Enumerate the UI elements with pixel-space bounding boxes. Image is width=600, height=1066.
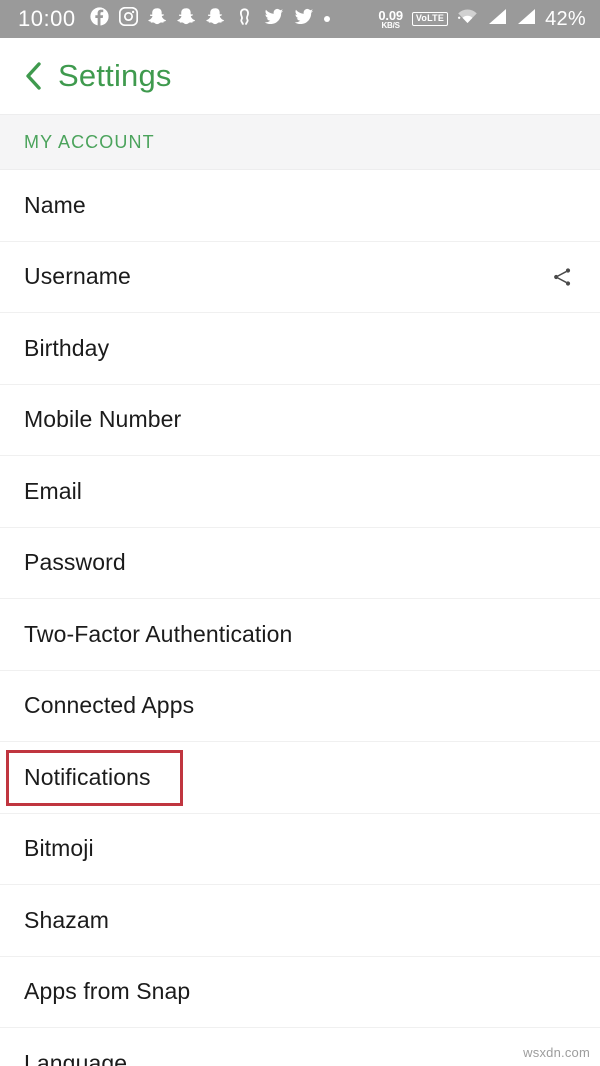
- list-item-label: Email: [24, 477, 83, 504]
- settings-item-apps-from-snap[interactable]: Apps from Snap: [0, 956, 600, 1028]
- list-item-label: Two-Factor Authentication: [24, 620, 293, 647]
- list-item-label: Language: [24, 1049, 128, 1066]
- chevron-left-icon[interactable]: [16, 59, 50, 93]
- signal-bars-icon: [487, 8, 507, 30]
- status-bar-clock: 10:00: [18, 6, 76, 31]
- more-notifications-dot-icon: [323, 16, 330, 22]
- settings-item-birthday[interactable]: Birthday: [0, 313, 600, 385]
- status-bar: 10:00 0.09 KB/S VoLTE 42%: [0, 0, 600, 38]
- instagram-icon: [118, 6, 138, 31]
- settings-item-username[interactable]: Username: [0, 241, 600, 313]
- facebook-icon: [89, 7, 109, 31]
- list-item-label: Bitmoji: [24, 835, 94, 862]
- share-icon[interactable]: [550, 265, 574, 289]
- settings-item-email[interactable]: Email: [0, 456, 600, 528]
- list-item-label: Name: [24, 191, 86, 218]
- data-speed-indicator: 0.09 KB/S: [378, 9, 403, 30]
- snapchat-ghost-icon: [235, 7, 254, 31]
- settings-item-mobile-number[interactable]: Mobile Number: [0, 384, 600, 456]
- phone-screen: 10:00 0.09 KB/S VoLTE 42% Settings MY AC…: [0, 0, 600, 1066]
- settings-list: Name Username Birthday Mobile Number Ema…: [0, 170, 600, 1066]
- status-bar-notification-icons: [89, 6, 330, 32]
- data-speed-unit: KB/S: [381, 20, 400, 30]
- settings-item-shazam[interactable]: Shazam: [0, 885, 600, 957]
- section-header-my-account: MY ACCOUNT: [0, 114, 600, 170]
- settings-item-two-factor-authentication[interactable]: Two-Factor Authentication: [0, 599, 600, 671]
- settings-item-bitmoji[interactable]: Bitmoji: [0, 813, 600, 885]
- section-header-label: MY ACCOUNT: [24, 131, 155, 152]
- list-item-label: Connected Apps: [24, 692, 195, 719]
- list-item-label: Password: [24, 549, 126, 576]
- snapchat-icon: [176, 7, 196, 31]
- battery-percentage: 42%: [545, 7, 586, 30]
- settings-item-notifications[interactable]: Notifications: [0, 742, 600, 814]
- twitter-icon: [294, 7, 314, 32]
- data-speed-value: 0.09: [378, 7, 403, 23]
- list-item-label: Shazam: [24, 906, 109, 933]
- signal-bars-icon: [516, 8, 536, 30]
- settings-item-language[interactable]: Language: [0, 1028, 600, 1066]
- settings-item-connected-apps[interactable]: Connected Apps: [0, 670, 600, 742]
- volte-badge: VoLTE: [411, 12, 449, 26]
- list-item-label: Mobile Number: [24, 406, 182, 433]
- wifi-icon: [457, 8, 478, 30]
- watermark: wsxdn.com: [523, 1045, 590, 1060]
- twitter-icon: [264, 7, 284, 32]
- status-bar-system-icons: 0.09 KB/S VoLTE 42%: [378, 8, 586, 31]
- list-item-label: Notifications: [24, 763, 151, 790]
- settings-item-password[interactable]: Password: [0, 527, 600, 599]
- settings-item-name[interactable]: Name: [0, 170, 600, 242]
- page-title: Settings: [58, 58, 172, 93]
- snapchat-icon: [205, 7, 225, 31]
- list-item-label: Username: [24, 263, 131, 290]
- snapchat-icon: [147, 7, 167, 31]
- list-item-label: Apps from Snap: [24, 978, 191, 1005]
- app-header: Settings: [0, 38, 600, 114]
- list-item-label: Birthday: [24, 334, 110, 361]
